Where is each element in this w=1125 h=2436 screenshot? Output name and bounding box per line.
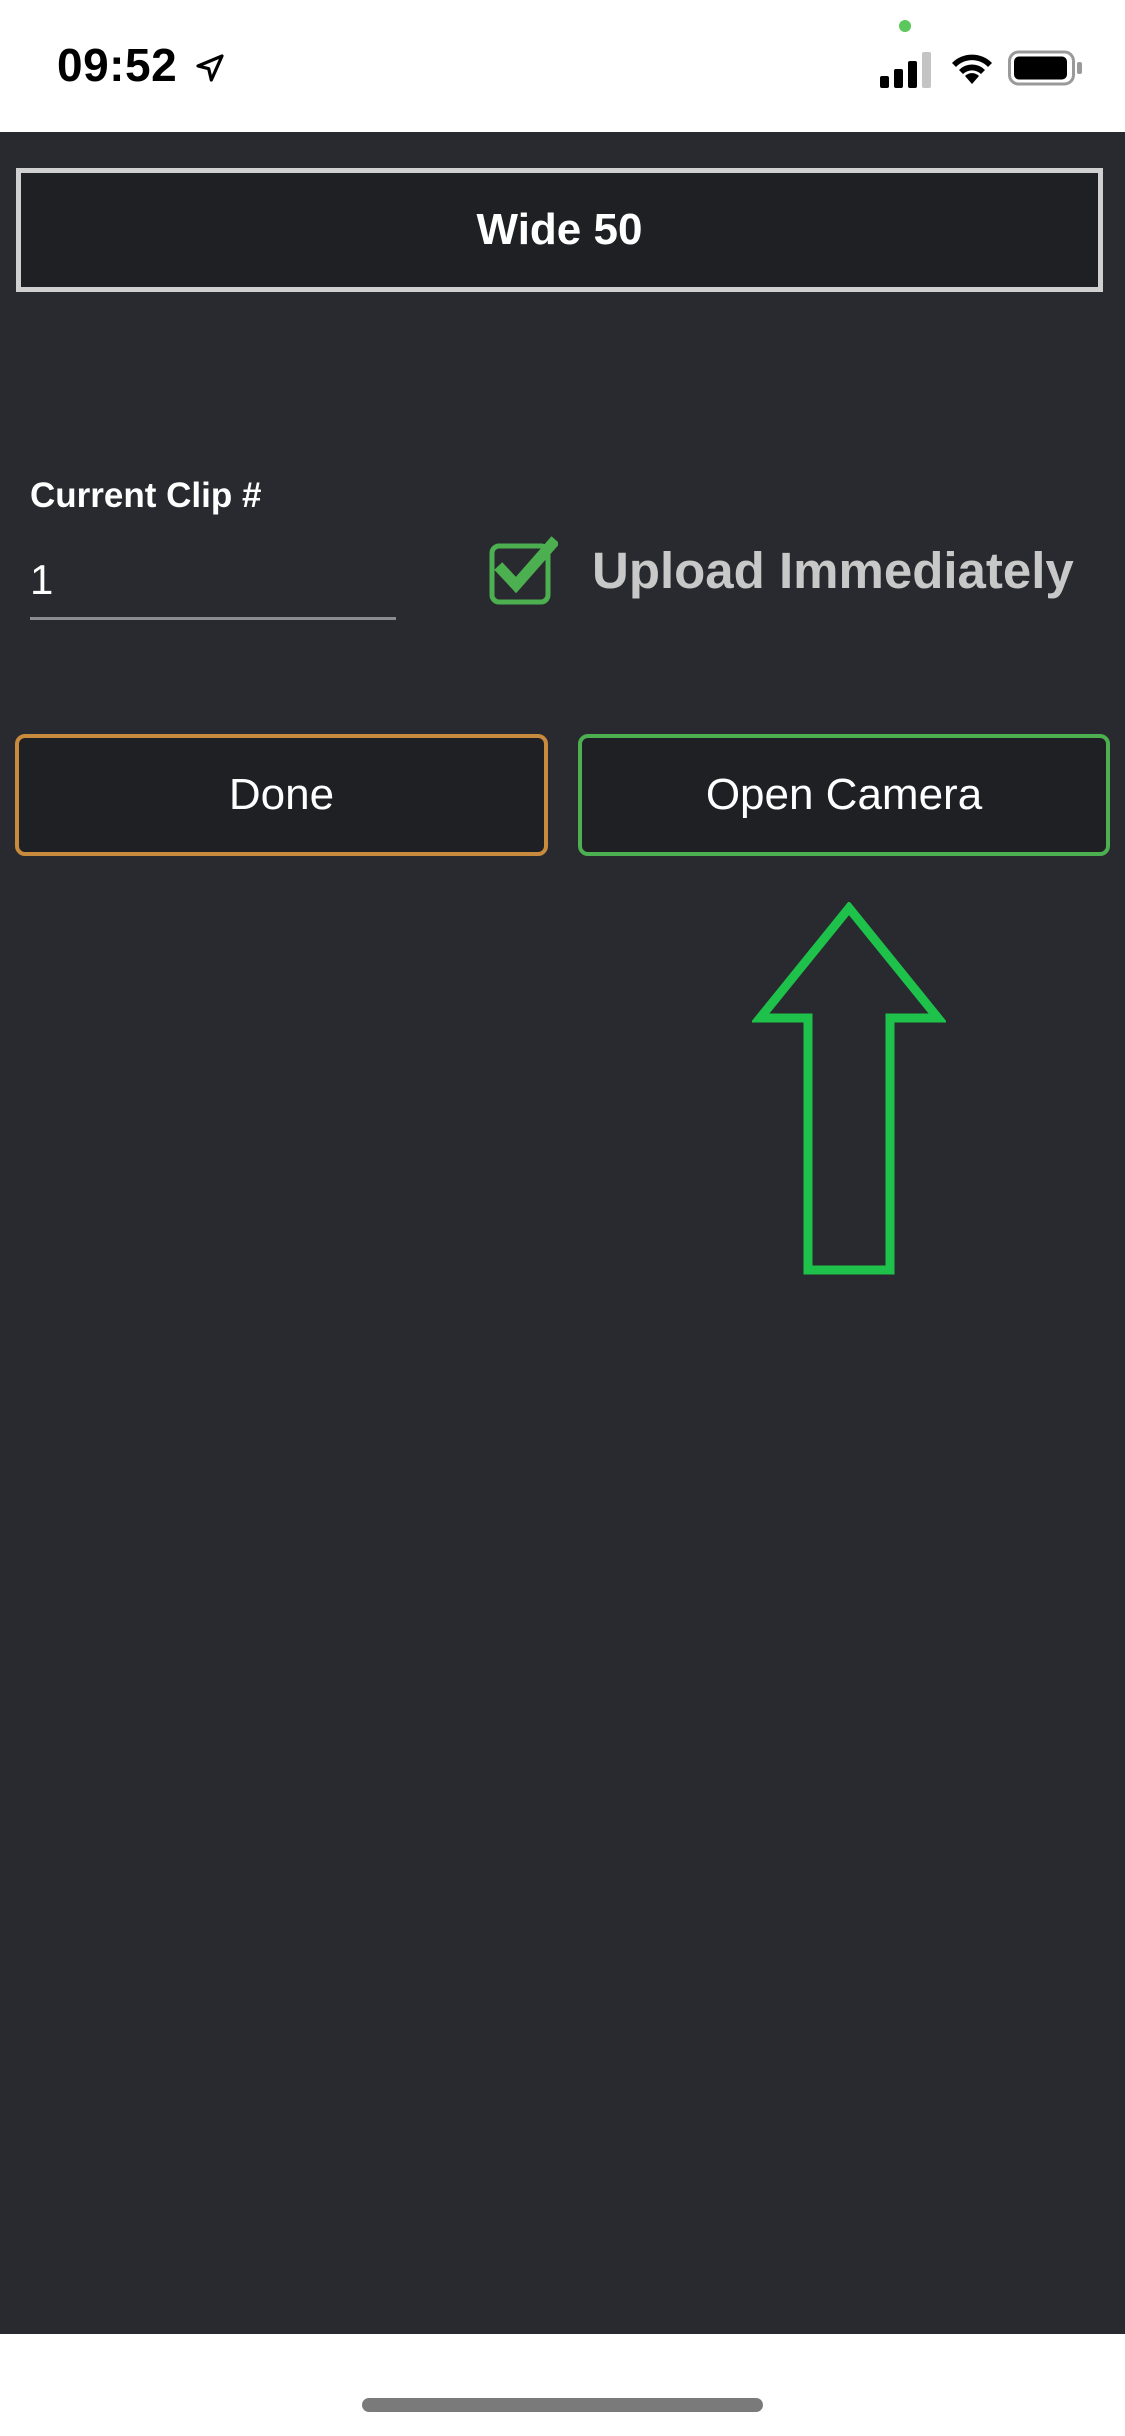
open-camera-button[interactable]: Open Camera [578,734,1110,856]
home-indicator[interactable] [362,2398,763,2412]
home-bar-area [0,2334,1125,2436]
done-button[interactable]: Done [15,734,548,856]
status-time: 09:52 [57,39,178,91]
current-clip-label: Current Clip # [30,476,262,515]
page-title: Wide 50 [16,168,1103,292]
up-arrow-icon [752,902,946,1275]
cellular-signal-icon [880,52,931,88]
upload-immediately-checkbox[interactable] [488,536,558,606]
wifi-icon [952,54,992,84]
upload-immediately-label[interactable]: Upload Immediately [592,536,1074,606]
app-content: Wide 50 Current Clip # Upload Immediatel… [0,132,1125,2334]
location-arrow-icon [196,54,224,82]
current-clip-input[interactable] [30,542,396,620]
status-bar: 09:52 [0,0,1125,132]
privacy-indicator-dot [899,20,911,32]
battery-icon [1008,50,1082,86]
